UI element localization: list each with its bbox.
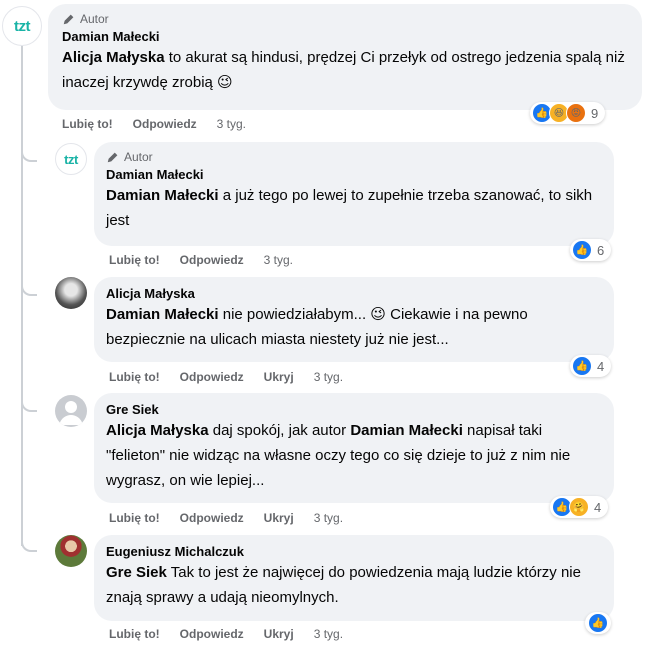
hide-button[interactable]: Ukryj xyxy=(264,511,294,525)
comment-text: Gre Siek Tak to jest że najwięcej do pow… xyxy=(106,564,581,606)
like-button[interactable]: Lubię to! xyxy=(62,117,113,131)
timestamp[interactable]: 3 tyg. xyxy=(314,627,343,641)
comment-author[interactable]: Damian Małecki xyxy=(62,28,628,45)
default-avatar-icon xyxy=(59,401,83,425)
hide-button[interactable]: Ukryj xyxy=(264,370,294,384)
comment-author[interactable]: Eugeniusz Michalczuk xyxy=(106,543,602,560)
angry-reaction-icon: 😡 xyxy=(566,103,586,123)
comment-bubble: Alicja Małyska Damian Małecki nie powied… xyxy=(94,277,614,362)
thread-line xyxy=(21,46,23,546)
comment-bubble: Eugeniusz Michalczuk Gre Siek Tak to jes… xyxy=(94,535,614,621)
comment-text: Damian Małecki a już tego po lewej to zu… xyxy=(106,187,593,229)
comment-actions: Lubię to! Odpowiedz Ukryj 3 tyg. xyxy=(109,511,343,525)
like-button[interactable]: Lubię to! xyxy=(109,627,160,641)
pencil-icon xyxy=(63,13,75,25)
like-button[interactable]: Lubię to! xyxy=(109,370,160,384)
mention-link[interactable]: Damian Małecki xyxy=(106,187,219,204)
thread-connector xyxy=(21,148,37,162)
comment-text: Damian Małecki nie powiedziałabym... 😉 C… xyxy=(106,306,528,348)
avatar[interactable] xyxy=(55,277,87,309)
like-reaction-icon: 👍 xyxy=(588,613,608,633)
comment-author[interactable]: Alicja Małyska xyxy=(106,285,602,302)
reaction-summary[interactable]: 👍 🤗 4 xyxy=(550,496,609,518)
mention-link[interactable]: Alicja Małyska xyxy=(106,422,209,439)
comment-actions: Lubię to! Odpowiedz 3 tyg. xyxy=(62,117,246,131)
comment-bubble: Autor Damian Małecki Alicja Małyska to a… xyxy=(48,4,642,110)
comment-text: Alicja Małyska daj spokój, jak autor Dam… xyxy=(106,422,571,489)
badge-label: Autor xyxy=(80,12,109,26)
comment-actions: Lubię to! Odpowiedz 3 tyg. xyxy=(109,253,293,267)
comment-actions: Lubię to! Odpowiedz Ukryj 3 tyg. xyxy=(109,370,343,384)
avatar[interactable] xyxy=(55,535,87,567)
mention-link[interactable]: Damian Małecki xyxy=(350,422,463,439)
reply-button[interactable]: Odpowiedz xyxy=(180,370,244,384)
thread-connector xyxy=(21,398,37,412)
reply-button[interactable]: Odpowiedz xyxy=(180,253,244,267)
reaction-summary[interactable]: 👍 😆 😡 9 xyxy=(530,102,606,124)
reply-button[interactable]: Odpowiedz xyxy=(133,117,197,131)
thread-connector xyxy=(21,282,37,296)
reply-button[interactable]: Odpowiedz xyxy=(180,627,244,641)
like-button[interactable]: Lubię to! xyxy=(109,253,160,267)
timestamp[interactable]: 3 tyg. xyxy=(217,117,246,131)
reaction-count: 6 xyxy=(597,242,605,258)
badge-label: Autor xyxy=(124,150,153,164)
like-button[interactable]: Lubię to! xyxy=(109,511,160,525)
author-badge: Autor xyxy=(62,12,628,26)
like-reaction-icon: 👍 xyxy=(572,240,592,260)
mention-link[interactable]: Alicja Małyska xyxy=(62,49,165,66)
comment-author[interactable]: Gre Siek xyxy=(106,401,602,418)
timestamp[interactable]: 3 tyg. xyxy=(314,511,343,525)
mention-link[interactable]: Gre Siek xyxy=(106,564,167,581)
pencil-icon xyxy=(107,151,119,163)
thread-connector xyxy=(21,538,37,552)
reply-button[interactable]: Odpowiedz xyxy=(180,511,244,525)
reaction-summary[interactable]: 👍 4 xyxy=(570,355,612,377)
reaction-count: 4 xyxy=(597,358,605,374)
avatar[interactable]: tzt xyxy=(55,143,87,175)
comment-bubble: Gre Siek Alicja Małyska daj spokój, jak … xyxy=(94,393,614,503)
avatar[interactable]: tzt xyxy=(2,6,42,46)
reaction-summary[interactable]: 👍 xyxy=(585,612,611,634)
author-badge: Autor xyxy=(106,150,602,164)
hide-button[interactable]: Ukryj xyxy=(264,627,294,641)
mention-link[interactable]: Damian Małecki xyxy=(106,306,219,323)
like-reaction-icon: 👍 xyxy=(572,356,592,376)
comment-author[interactable]: Damian Małecki xyxy=(106,166,602,183)
timestamp[interactable]: 3 tyg. xyxy=(314,370,343,384)
care-reaction-icon: 🤗 xyxy=(569,497,589,517)
timestamp[interactable]: 3 tyg. xyxy=(264,253,293,267)
comment-actions: Lubię to! Odpowiedz Ukryj 3 tyg. xyxy=(109,627,343,641)
comment-bubble: Autor Damian Małecki Damian Małecki a ju… xyxy=(94,142,614,246)
reaction-summary[interactable]: 👍 6 xyxy=(570,239,612,261)
comment-text: Alicja Małyska to akurat są hindusi, prę… xyxy=(62,49,625,91)
reaction-count: 4 xyxy=(594,499,602,515)
reaction-count: 9 xyxy=(591,105,599,121)
avatar[interactable] xyxy=(55,395,87,427)
